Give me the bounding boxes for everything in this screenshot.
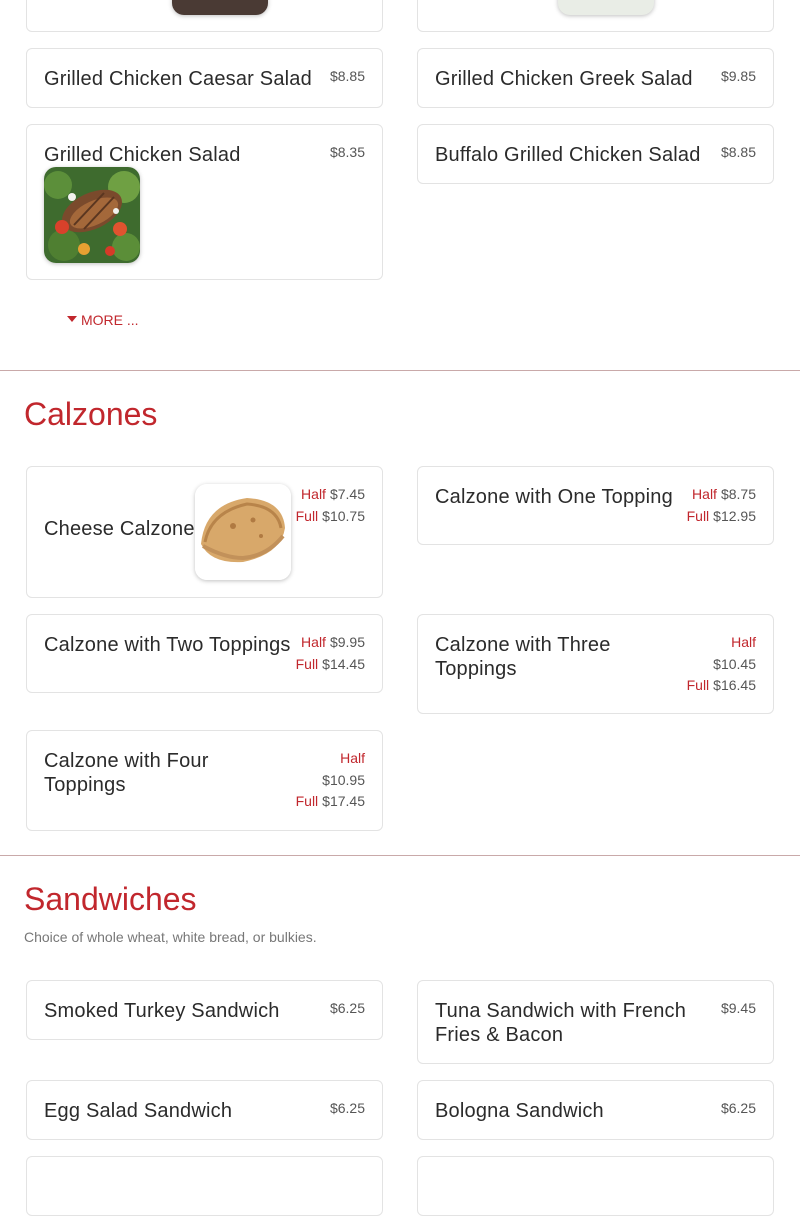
item-price: $8.85 [720, 144, 756, 160]
half-label: Half [301, 486, 326, 502]
half-price: $10.95 [322, 771, 365, 788]
item-price: $6.25 [720, 1100, 756, 1116]
item-name: Buffalo Grilled Chicken Salad [435, 144, 701, 166]
item-name: Cheese Calzone [44, 518, 195, 540]
item-name: Tuna Sandwich with French Fries & Bacon [435, 1000, 687, 1046]
section-title-calzones: Calzones [24, 396, 158, 432]
item-name: Grilled Chicken Greek Salad [435, 68, 693, 90]
item-name: Calzone with Three Toppings [435, 634, 611, 680]
menu-item-card[interactable]: Tuna Sandwich with French Fries & Bacon … [417, 980, 774, 1064]
half-label: Half [340, 750, 365, 766]
menu-item-card[interactable]: Calzone with Three Toppings Half $10.45 … [417, 614, 774, 714]
half-price: $9.95 [329, 634, 365, 650]
item-price: Half $10.45 Full $16.45 [687, 632, 756, 697]
cheese-calzone-image [195, 484, 291, 580]
menu-item-card[interactable]: Calzone with Four Toppings Half $10.95 F… [26, 730, 383, 831]
full-label: Full [686, 677, 710, 693]
item-price: $6.25 [329, 1000, 365, 1016]
full-label: Full [295, 507, 319, 524]
item-price: $8.35 [329, 144, 365, 160]
item-price: $6.25 [329, 1100, 365, 1116]
menu-item-card[interactable]: Grilled Chicken Greek Salad $9.85 [417, 48, 774, 108]
section-description: Choice of whole wheat, white bread, or b… [24, 929, 317, 945]
full-price: $16.45 [713, 677, 756, 693]
full-price: $17.45 [322, 793, 365, 809]
item-name: Smoked Turkey Sandwich [44, 1000, 280, 1022]
caret-down-icon [67, 316, 77, 323]
full-price: $10.75 [322, 507, 365, 524]
item-name: Calzone with Four Toppings [44, 750, 209, 796]
salad-image-art [44, 167, 140, 263]
menu-item-card[interactable]: Egg Salad Sandwich $6.25 [26, 1080, 383, 1140]
menu-item-card[interactable]: Calzone with Two Toppings Half $9.95 Full… [26, 614, 383, 693]
grilled-chicken-salad-image [44, 167, 140, 263]
item-price: Half $7.45 Full $10.75 [296, 484, 365, 527]
half-label: Half [731, 634, 756, 650]
item-price: Half $8.75 Full $12.95 [687, 484, 756, 527]
menu-item-card[interactable] [26, 0, 383, 32]
more-label: MORE ... [81, 312, 139, 328]
item-name: Calzone with Two Toppings [44, 634, 291, 656]
full-label: Full [295, 655, 319, 672]
menu-item-card[interactable]: Buffalo Grilled Chicken Salad $8.85 [417, 124, 774, 184]
section-title-sandwiches: Sandwiches [24, 881, 197, 917]
menu-item-card[interactable]: Grilled Chicken Caesar Salad $8.85 [26, 48, 383, 108]
menu-item-card[interactable] [417, 0, 774, 32]
item-name: Grilled Chicken Caesar Salad [44, 68, 312, 90]
item-name: Egg Salad Sandwich [44, 1100, 233, 1122]
item-name: Calzone with One Topping [435, 486, 673, 508]
menu-item-card[interactable]: Bologna Sandwich $6.25 [417, 1080, 774, 1140]
half-price: $10.45 [713, 655, 756, 672]
full-price: $14.45 [322, 655, 365, 672]
item-name: Grilled Chicken Salad [44, 144, 241, 166]
half-price: $8.75 [720, 486, 756, 502]
menu-item-card[interactable] [417, 1156, 774, 1216]
section-divider [0, 855, 800, 856]
menu-item-card[interactable]: Cheese Calzone Half $7.45 Full $10.75 [26, 466, 383, 598]
calzone-image-art [195, 484, 291, 580]
item-price: Half $10.95 Full $17.45 [296, 748, 365, 813]
menu-item-card[interactable]: Smoked Turkey Sandwich $6.25 [26, 980, 383, 1040]
full-price: $12.95 [713, 507, 756, 524]
menu-item-card[interactable]: Grilled Chicken Salad $8.35 [26, 124, 383, 280]
half-label: Half [692, 486, 717, 502]
section-divider [0, 370, 800, 371]
item-price: $9.45 [720, 1000, 756, 1016]
salad-thumbnail [172, 0, 268, 15]
menu-item-card[interactable] [26, 1156, 383, 1216]
salad-thumbnail [558, 0, 654, 15]
item-price: Half $9.95 Full $14.45 [296, 632, 365, 675]
half-label: Half [301, 634, 326, 650]
more-button[interactable]: MORE ... [67, 312, 139, 328]
item-price: $8.85 [329, 68, 365, 84]
item-name: Bologna Sandwich [435, 1100, 604, 1122]
half-price: $7.45 [329, 486, 365, 502]
full-label: Full [295, 793, 319, 809]
menu-item-card[interactable]: Calzone with One Topping Half $8.75 Full $… [417, 466, 774, 545]
full-label: Full [686, 507, 710, 524]
item-price: $9.85 [720, 68, 756, 84]
